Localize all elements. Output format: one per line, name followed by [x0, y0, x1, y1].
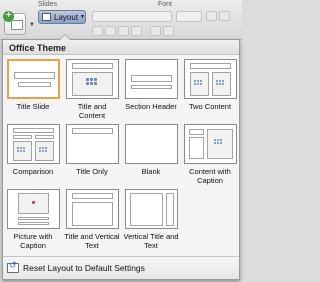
layout-tile-vertical-title-and-text[interactable]: Vertical Title and Text — [123, 189, 179, 250]
bold-button[interactable] — [92, 26, 103, 36]
layout-caption: Two Content — [188, 102, 232, 111]
shadow-button[interactable] — [131, 26, 142, 36]
layout-tile-blank[interactable]: Blank — [123, 124, 179, 177]
layout-tile-comparison[interactable]: Comparison — [5, 124, 61, 177]
layout-thumbnail — [124, 124, 178, 164]
layout-caption: Picture with Caption — [13, 232, 53, 250]
layout-caption: Blank — [141, 167, 161, 176]
layout-tile-picture-with-caption[interactable]: Picture with Caption — [5, 189, 61, 250]
grow-font-button[interactable] — [206, 11, 217, 21]
layout-caption: Title and Content — [77, 102, 107, 120]
layout-tile-content-with-caption[interactable]: Content with Caption — [182, 124, 238, 185]
layout-caption: Vertical Title and Text — [123, 232, 179, 250]
layout-tile-two-content[interactable]: Two Content — [182, 59, 238, 112]
layout-thumbnail — [65, 189, 119, 229]
layout-tile-title-slide[interactable]: Title Slide — [5, 59, 61, 112]
layout-thumbnail — [65, 59, 119, 99]
font-size-field[interactable] — [176, 11, 202, 22]
layout-gallery-popup: Office Theme Title Slide Title and Conte… — [2, 34, 240, 280]
layout-thumbnail — [124, 189, 178, 229]
new-slide-chevron-down-icon[interactable]: ▼ — [29, 22, 35, 28]
new-slide-button[interactable]: + — [3, 11, 26, 35]
reset-layout-label: Reset Layout to Default Settings — [23, 263, 145, 273]
italic-button[interactable] — [105, 26, 116, 36]
layout-thumbnail — [6, 59, 60, 99]
font-group-label: Font — [158, 1, 173, 8]
layout-tile-title-and-vertical-text[interactable]: Title and Vertical Text — [64, 189, 120, 250]
layout-chevron-down-icon: ▼ — [80, 14, 85, 20]
layout-tile-section-header[interactable]: Section Header — [123, 59, 179, 112]
font-color-button[interactable] — [150, 26, 161, 36]
layout-thumbnail — [6, 189, 60, 229]
layout-thumbnail — [65, 124, 119, 164]
layout-caption: Title Only — [76, 167, 108, 176]
layout-button-label: Layout — [54, 12, 79, 22]
layout-caption: Section Header — [125, 102, 177, 111]
highlight-button[interactable] — [163, 26, 174, 36]
reset-layout-button[interactable]: Reset Layout to Default Settings — [3, 256, 239, 279]
layout-caption: Title and Vertical Text — [64, 232, 120, 250]
layout-thumbnail — [6, 124, 60, 164]
layout-icon — [42, 13, 52, 21]
font-name-field[interactable] — [92, 11, 172, 22]
layout-thumbnail — [183, 59, 237, 99]
layout-caption: Content with Caption — [189, 167, 231, 185]
layout-tile-title-only[interactable]: Title Only — [64, 124, 120, 177]
layout-caption: Comparison — [12, 167, 54, 176]
layout-button[interactable]: Layout ▼ — [38, 10, 86, 24]
layout-thumbnail — [183, 124, 237, 164]
layout-caption: Title Slide — [16, 102, 50, 111]
layout-tile-title-and-content[interactable]: Title and Content — [64, 59, 120, 120]
underline-button[interactable] — [118, 26, 129, 36]
ribbon-bar: Slides Font + ▼ Layout ▼ — [0, 0, 242, 40]
layout-thumbnail — [124, 59, 178, 99]
theme-name-header: Office Theme — [3, 40, 239, 55]
slide-page-icon — [11, 20, 23, 30]
slides-group-label: Slides — [38, 1, 58, 8]
shrink-font-button[interactable] — [219, 11, 230, 21]
reset-layout-icon — [7, 260, 19, 273]
